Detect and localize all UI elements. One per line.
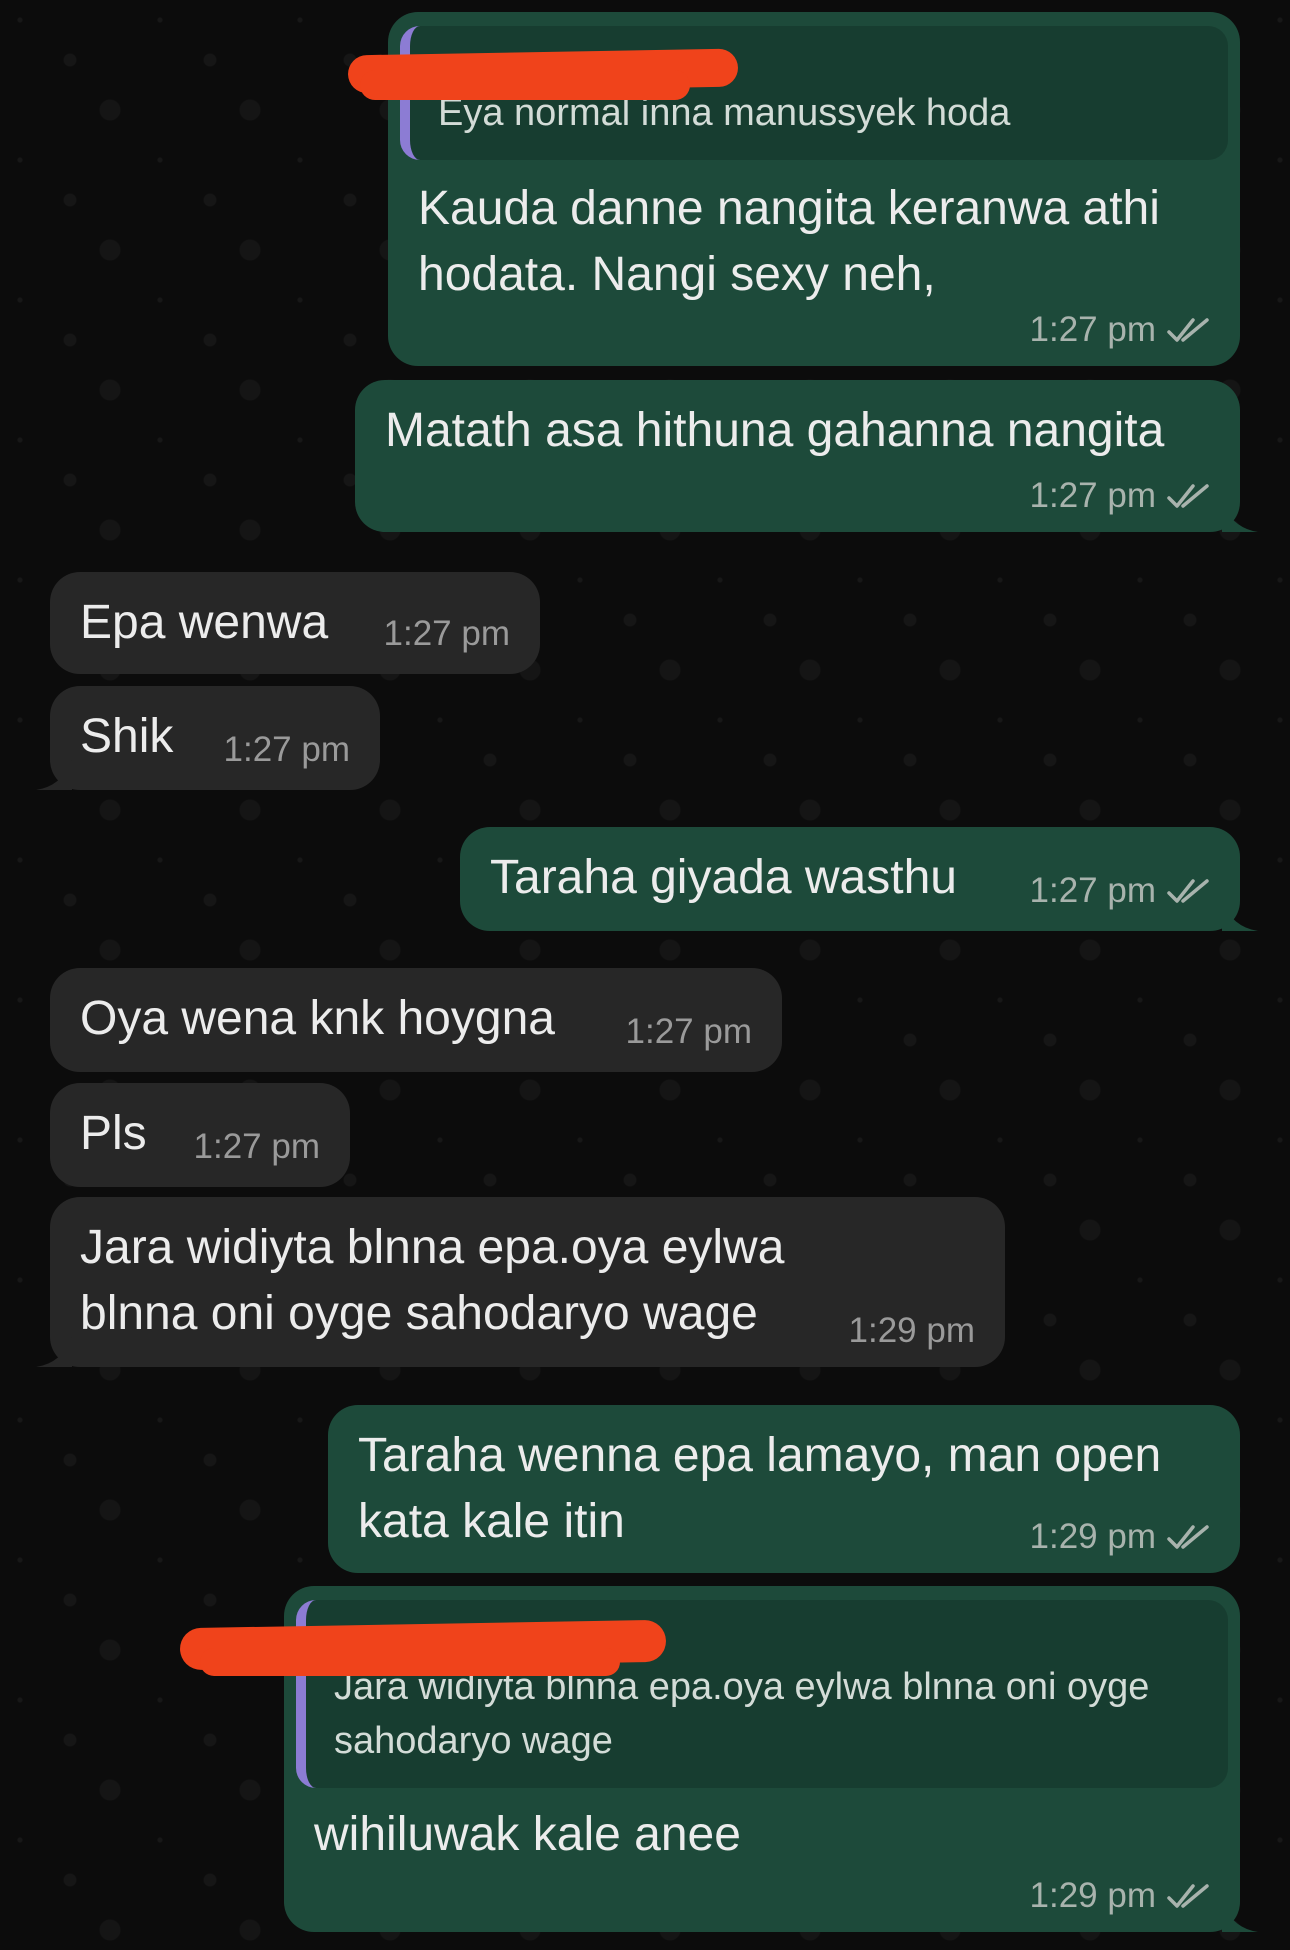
message-bubble-incoming[interactable]: Jara widiyta blnna epa.oya eylwa blnna o…: [36, 1197, 1005, 1367]
message-bubble-incoming[interactable]: Shik 1:27 pm: [36, 686, 380, 790]
message-bubble-outgoing[interactable]: Matath asa hithuna gahanna nangita 1:27 …: [355, 380, 1258, 532]
message-text: Kauda danne nangita keranwa athi hodata.…: [418, 182, 1174, 301]
message-time: 1:27 pm: [1029, 476, 1156, 515]
bubble-tail: [36, 1337, 72, 1367]
read-double-tick-icon: [1166, 481, 1210, 511]
message-time: 1:27 pm: [1029, 310, 1156, 349]
message-bubble-outgoing[interactable]: Taraha wenna epa lamayo, man open kata k…: [328, 1405, 1240, 1573]
message-time: 1:27 pm: [383, 614, 510, 653]
message-bubble-outgoing[interactable]: Taraha giyada wasthu 1:27 pm: [460, 827, 1258, 931]
redaction-mark: [200, 1648, 620, 1676]
quoted-text: Jara widiyta blnna epa.oya eylwa blnna o…: [334, 1666, 1160, 1762]
message-meta: 1:27 pm: [224, 730, 350, 770]
message-time: 1:27 pm: [193, 1127, 320, 1166]
message-meta: 1:27 pm: [626, 1012, 752, 1052]
message-text: Matath asa hithuna gahanna nangita: [385, 404, 1165, 457]
message-bubble-incoming[interactable]: Pls 1:27 pm: [50, 1083, 350, 1187]
read-double-tick-icon: [1166, 1522, 1210, 1552]
message-time: 1:29 pm: [1029, 1517, 1156, 1556]
message-meta: 1:27 pm: [194, 1127, 320, 1167]
message-meta: 1:29 pm: [1030, 1876, 1210, 1916]
message-text: Jara widiyta blnna epa.oya eylwa blnna o…: [80, 1221, 798, 1340]
read-double-tick-icon: [1166, 315, 1210, 345]
message-bubble-incoming[interactable]: Oya wena knk hoygna 1:27 pm: [50, 968, 782, 1072]
message-meta: 1:27 pm: [1030, 871, 1210, 911]
message-time: 1:27 pm: [1029, 871, 1156, 910]
message-meta: 1:27 pm: [1030, 476, 1210, 516]
message-meta: 1:27 pm: [384, 614, 510, 654]
read-double-tick-icon: [1166, 1881, 1210, 1911]
message-meta: 1:29 pm: [849, 1311, 975, 1351]
message-time: 1:29 pm: [848, 1311, 975, 1350]
bubble-tail: [1222, 502, 1258, 532]
message-bubble-incoming[interactable]: Epa wenwa 1:27 pm: [50, 572, 540, 674]
message-text: wihiluwak kale anee: [314, 1808, 741, 1861]
message-time: 1:27 pm: [223, 730, 350, 769]
bubble-tail: [1222, 901, 1258, 931]
read-double-tick-icon: [1166, 876, 1210, 906]
message-meta: 1:27 pm: [1030, 310, 1210, 350]
message-time: 1:27 pm: [625, 1012, 752, 1051]
bubble-tail: [1222, 1902, 1258, 1932]
bubble-tail: [36, 760, 72, 790]
message-meta: 1:29 pm: [1030, 1517, 1210, 1557]
redaction-mark: [360, 70, 690, 100]
message-time: 1:29 pm: [1029, 1876, 1156, 1915]
